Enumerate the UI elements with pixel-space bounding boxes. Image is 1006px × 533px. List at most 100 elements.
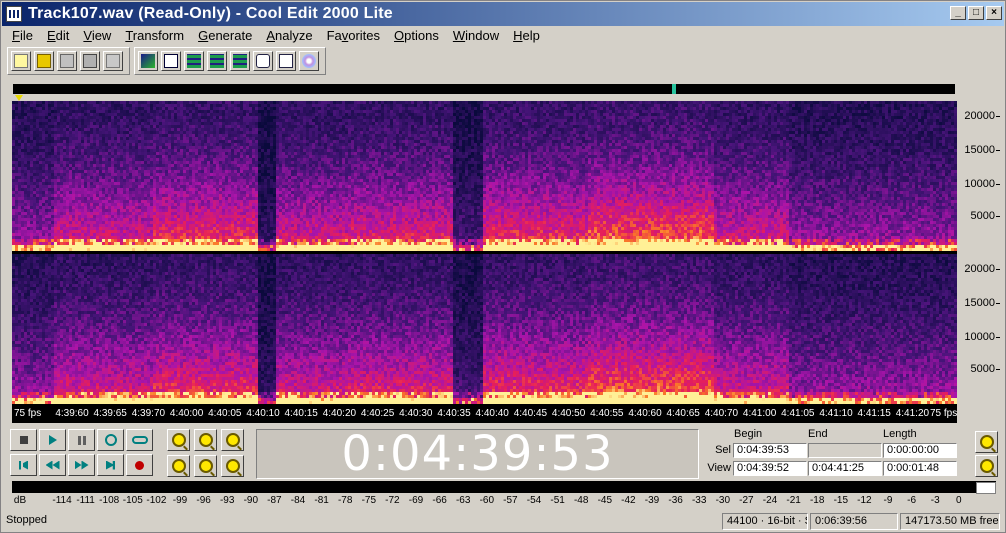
db-scale-label: dB xyxy=(14,495,26,506)
menu-transform[interactable]: Transform xyxy=(125,28,184,43)
grid-table-icon[interactable] xyxy=(230,51,250,71)
sel-end-field[interactable] xyxy=(808,443,882,458)
db-scale-label: -24 xyxy=(763,495,777,506)
time-ruler[interactable]: 75 fps 4:39:60 4:39:65 4:39:70 4:40:00 4:40:0… xyxy=(12,407,957,423)
zoom-full-icon[interactable] xyxy=(221,429,244,451)
time-ruler-label: 4:40:35 xyxy=(437,408,470,419)
menu-file[interactable]: File xyxy=(12,28,33,43)
menu-edit[interactable]: Edit xyxy=(47,28,69,43)
close-button[interactable]: × xyxy=(986,6,1002,20)
app-window: Track107.wav (Read-Only) - Cool Edit 200… xyxy=(0,0,1006,533)
time-ruler-label: 4:39:65 xyxy=(94,408,127,419)
begin-header: Begin xyxy=(734,428,762,440)
view-length-field[interactable]: 0:00:01:48 xyxy=(883,461,957,476)
loop-button[interactable] xyxy=(126,429,153,451)
new-file-icon[interactable] xyxy=(11,51,31,71)
time-ruler-label: 75 fps xyxy=(930,408,957,419)
db-scale-label: -63 xyxy=(456,495,470,506)
waveform-icon[interactable] xyxy=(138,51,158,71)
fast-forward-button[interactable] xyxy=(68,454,95,476)
view-begin-field[interactable]: 0:04:39:52 xyxy=(733,461,807,476)
go-to-end-button[interactable] xyxy=(97,454,124,476)
frequency-tick: 20000 xyxy=(964,110,1000,122)
zoom-left-icon[interactable] xyxy=(194,455,217,477)
frequency-tick: 10000 xyxy=(964,178,1000,190)
zoom-in-vertical-icon[interactable] xyxy=(975,455,998,477)
time-ruler-label: 4:40:45 xyxy=(514,408,547,419)
play-list-icon[interactable] xyxy=(276,51,296,71)
db-scale-label: -21 xyxy=(786,495,800,506)
channel-right[interactable] xyxy=(12,254,957,404)
db-scale-label: -84 xyxy=(291,495,305,506)
spectral-view[interactable] xyxy=(12,101,957,407)
sel-length-field[interactable]: 0:00:00:00 xyxy=(883,443,957,458)
save-icon[interactable] xyxy=(57,51,77,71)
vertical-zoom-controls xyxy=(975,431,999,479)
frequency-tick: 15000 xyxy=(964,144,1000,156)
time-ruler-label: 4:41:10 xyxy=(819,408,852,419)
db-scale-label: -39 xyxy=(645,495,659,506)
menu-window[interactable]: Window xyxy=(453,28,499,43)
length-header: Length xyxy=(883,428,917,440)
checkbox-icon[interactable] xyxy=(161,51,181,71)
record-button[interactable] xyxy=(126,454,153,476)
status-format: 44100 · 16-bit · Stereo xyxy=(722,513,808,530)
menu-favorites[interactable]: Favorites xyxy=(327,28,380,43)
minimize-button[interactable]: _ xyxy=(950,6,966,20)
maximize-button[interactable]: □ xyxy=(968,6,984,20)
pause-button[interactable] xyxy=(68,429,95,451)
time-ruler-label: 4:41:00 xyxy=(743,408,776,419)
app-icon[interactable] xyxy=(6,6,22,22)
cue-list-icon[interactable] xyxy=(253,51,273,71)
db-scale-label: -96 xyxy=(196,495,210,506)
time-ruler-label: 4:40:70 xyxy=(705,408,738,419)
overview-position-marker[interactable] xyxy=(672,84,676,94)
file-toolbar-group xyxy=(7,47,130,75)
zoom-right-icon[interactable] xyxy=(221,455,244,477)
channel-left[interactable] xyxy=(12,101,957,251)
go-to-beginning-button[interactable] xyxy=(10,454,37,476)
view-toolbar-group xyxy=(134,47,326,75)
title-bar[interactable]: Track107.wav (Read-Only) - Cool Edit 200… xyxy=(2,2,1004,26)
db-scale-label: -51 xyxy=(550,495,564,506)
db-scale-label: -78 xyxy=(338,495,352,506)
grid-alt-icon[interactable] xyxy=(207,51,227,71)
rewind-button[interactable] xyxy=(39,454,66,476)
menu-options[interactable]: Options xyxy=(394,28,439,43)
menu-generate[interactable]: Generate xyxy=(198,28,252,43)
menu-analyze[interactable]: Analyze xyxy=(266,28,312,43)
zoom-out-vertical-icon[interactable] xyxy=(975,431,998,453)
menu-view[interactable]: View xyxy=(83,28,111,43)
time-ruler-label: 4:40:10 xyxy=(246,408,279,419)
time-ruler-label: 4:40:65 xyxy=(667,408,700,419)
play-to-end-button[interactable] xyxy=(97,429,124,451)
stop-button[interactable] xyxy=(10,429,37,451)
end-header: End xyxy=(808,428,828,440)
db-scale-label: -90 xyxy=(244,495,258,506)
status-free-space: 147173.50 MB free xyxy=(900,513,1000,530)
zoom-to-selection-icon[interactable] xyxy=(167,455,190,477)
zoom-in-horizontal-icon[interactable] xyxy=(167,429,190,451)
close-file-icon[interactable] xyxy=(103,51,123,71)
time-ruler-label: 4:40:05 xyxy=(208,408,241,419)
db-scale-label: -45 xyxy=(598,495,612,506)
zoom-out-horizontal-icon[interactable] xyxy=(194,429,217,451)
menu-help[interactable]: Help xyxy=(513,28,540,43)
open-folder-icon[interactable] xyxy=(34,51,54,71)
grid-icon[interactable] xyxy=(184,51,204,71)
play-button[interactable] xyxy=(39,429,66,451)
cd-icon[interactable] xyxy=(299,51,319,71)
db-scale-label: -108 xyxy=(99,495,119,506)
db-scale-label: -12 xyxy=(857,495,871,506)
sel-label: Sel xyxy=(703,444,731,456)
view-end-field[interactable]: 0:04:41:25 xyxy=(808,461,882,476)
time-ruler-label: 4:39:60 xyxy=(55,408,88,419)
overview-bar[interactable] xyxy=(13,84,955,94)
save-all-icon[interactable] xyxy=(80,51,100,71)
sel-begin-field[interactable]: 0:04:39:53 xyxy=(733,443,807,458)
db-scale-label: -36 xyxy=(668,495,682,506)
frequency-tick: 15000 xyxy=(964,297,1000,309)
db-scale-label: -6 xyxy=(907,495,916,506)
frequency-axis-right: 20000 15000 10000 5000 xyxy=(959,254,1001,404)
time-ruler-label: 4:40:00 xyxy=(170,408,203,419)
